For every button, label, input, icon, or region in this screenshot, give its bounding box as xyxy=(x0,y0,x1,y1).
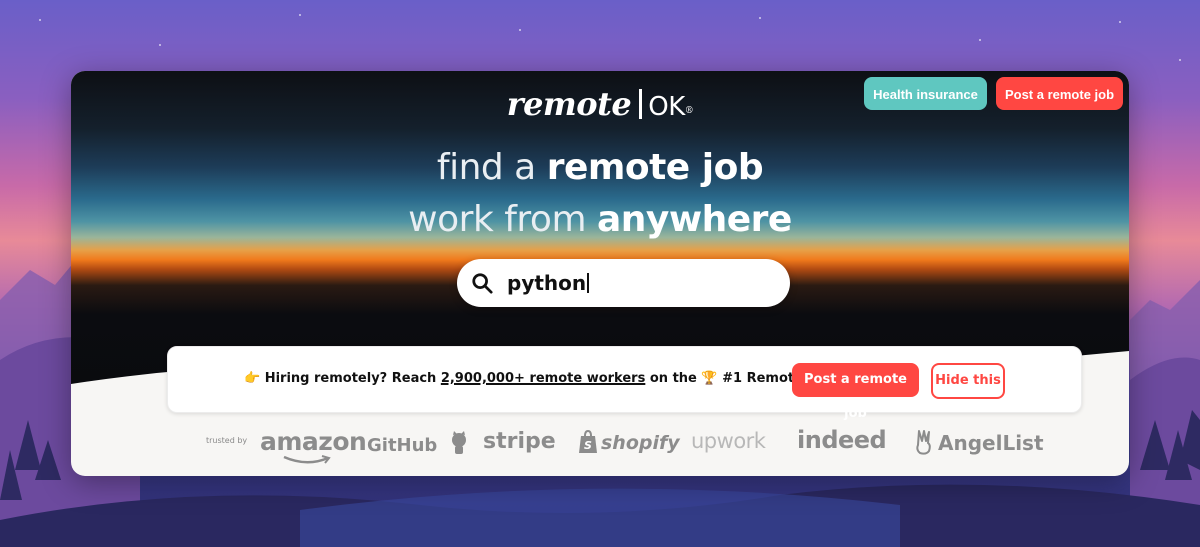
logo-text: remote xyxy=(506,85,632,123)
amazon-logo: amazon xyxy=(260,427,367,464)
angellist-logo: AngelList xyxy=(914,429,1044,455)
hero-headline-line-1: find a remote job xyxy=(71,147,1129,188)
text-caret xyxy=(587,273,590,293)
github-logo: GitHub xyxy=(367,431,470,457)
hero-headline-line-2: work from anywhere xyxy=(71,199,1129,240)
headline-2-bold: anywhere xyxy=(596,199,792,240)
headline-1-bold: remote job xyxy=(546,147,764,188)
amazon-smile-icon xyxy=(283,455,331,464)
trusted-by-logos: trusted by amazon GitHub stripe Sshopify… xyxy=(71,423,1129,464)
banner-post-job-button[interactable]: Post a remote job xyxy=(792,363,919,421)
main-card: remote OK® Health insurance Post a remote… xyxy=(71,71,1129,476)
health-insurance-button[interactable]: Health insurance xyxy=(864,77,987,110)
headline-2-prefix: work from xyxy=(408,199,597,240)
hiring-banner-text: 👉 Hiring remotely? Reach 2,900,000+ remo… xyxy=(244,371,878,386)
search-box[interactable]: python xyxy=(457,259,790,307)
trophy-icon: 🏆 xyxy=(701,371,718,386)
octocat-icon xyxy=(451,431,466,454)
stripe-logo: stripe xyxy=(483,429,556,454)
hiring-banner: 👉 Hiring remotely? Reach 2,900,000+ remo… xyxy=(167,346,1082,421)
angellist-logo-text: AngelList xyxy=(938,431,1044,455)
search-icon xyxy=(472,273,493,294)
amazon-logo-text: amazon xyxy=(260,427,367,456)
github-logo-text: GitHub xyxy=(367,435,438,456)
remote-workers-link[interactable]: 2,900,000+ remote workers xyxy=(441,371,646,386)
shopify-logo-text: shopify xyxy=(601,432,680,454)
banner-text-before: Hiring remotely? Reach xyxy=(260,371,441,386)
hide-banner-button[interactable]: Hide this xyxy=(931,363,1005,399)
headline-1-prefix: find a xyxy=(436,147,547,188)
search-input-value: python xyxy=(507,271,587,295)
post-remote-job-button[interactable]: Post a remote job xyxy=(996,77,1123,110)
svg-text:S: S xyxy=(584,439,592,452)
peace-hand-icon xyxy=(916,430,931,455)
logo-registered-mark: ® xyxy=(684,106,694,116)
indeed-logo: indeed xyxy=(797,426,887,454)
search-input[interactable]: python xyxy=(507,271,590,295)
shopify-logo: Sshopify xyxy=(578,429,680,454)
banner-text-middle: on the xyxy=(645,371,702,386)
trusted-by-label: trusted by xyxy=(206,436,248,445)
shopify-bag-icon: S xyxy=(579,429,597,453)
pointing-hand-icon: 👉 xyxy=(244,371,261,386)
logo-separator xyxy=(639,89,643,119)
logo-suffix: OK xyxy=(648,92,685,122)
page-background: remote OK® Health insurance Post a remote… xyxy=(0,0,1200,547)
upwork-logo: upwork xyxy=(691,429,766,453)
